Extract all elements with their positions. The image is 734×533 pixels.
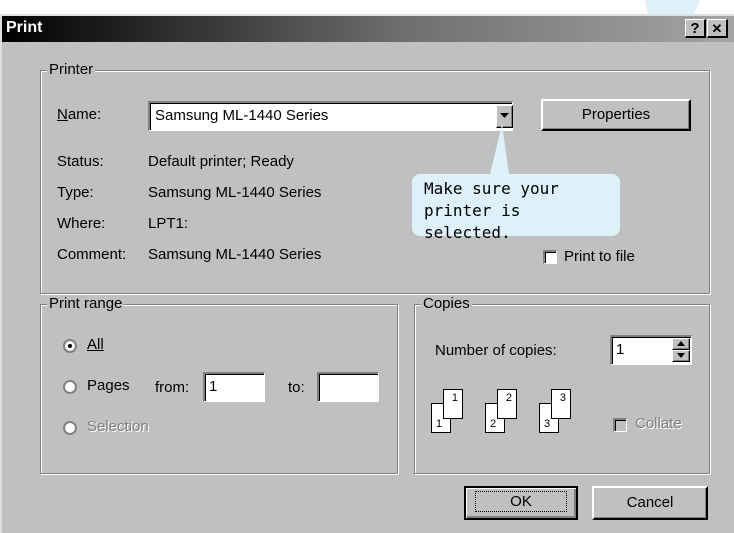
copies-value: 1 [616,341,625,358]
page-icon: 3 [551,389,571,419]
comment-label: Comment: [57,246,127,263]
close-button[interactable]: ✕ [707,19,728,38]
selection-label[interactable]: Selection [87,418,149,435]
to-label: to: [288,379,305,396]
print-to-file-checkbox[interactable] [543,250,557,264]
page-icon: 1 [443,389,463,419]
name-label: Name: [57,106,102,123]
copies-legend: Copies [421,295,472,312]
properties-label: Properties [581,106,651,123]
callout-line-2: printer is selected. [424,201,521,242]
chevron-down-icon [500,113,509,118]
printer-name-value: Samsung ML-1440 Series [155,107,329,124]
print-range-group: Print range All Pages from: 1 to: Select… [40,295,398,474]
ok-label: OK [475,491,567,512]
pages-label[interactable]: Pages [87,377,130,394]
properties-button[interactable]: Properties [541,99,691,131]
pages-radio[interactable] [63,380,77,394]
title-bar: Print ? ✕ [2,16,734,42]
copies-group: Copies Number of copies: 1 1 1 2 2 3 3 C… [414,295,710,474]
print-range-legend: Print range [47,295,125,312]
comment-value: Samsung ML-1440 Series [148,246,322,263]
help-button[interactable]: ? [685,19,706,38]
status-label: Status: [57,153,104,170]
from-label: from: [155,379,190,396]
radio-dot [68,344,72,348]
cancel-button[interactable]: Cancel [592,486,708,520]
from-input[interactable]: 1 [203,372,265,402]
callout-box: Make sure your printer is selected. [412,174,620,242]
type-label: Type: [57,184,94,201]
where-value: LPT1: [148,215,189,232]
print-dialog: Print ? ✕ Printer Name: Samsung ML-1440 … [0,14,734,533]
ok-button[interactable]: OK [464,486,578,520]
copies-spinner[interactable]: 1 [610,335,692,365]
all-label[interactable]: All [87,336,104,353]
printer-legend: Printer [47,61,96,78]
where-label: Where: [57,215,106,232]
collate-label[interactable]: Collate [635,415,682,432]
number-of-copies-label: Number of copies: [435,342,557,359]
cancel-label: Cancel [626,494,674,511]
page-icon: 2 [497,389,517,419]
type-value: Samsung ML-1440 Series [148,184,322,201]
arrow-up-icon [677,341,685,346]
callout-line-1: Make sure your [424,179,559,198]
window-title: Print [6,19,43,36]
from-value: 1 [209,378,218,395]
all-radio[interactable] [63,339,77,353]
arrow-down-icon [677,353,685,358]
print-to-file-label[interactable]: Print to file [564,248,635,265]
to-input[interactable] [317,372,379,402]
spin-down-button[interactable] [672,350,690,362]
collate-illustration: 1 1 2 2 3 3 [431,389,601,433]
selection-radio[interactable] [63,421,77,435]
collate-checkbox[interactable] [613,418,627,432]
status-value: Default printer; Ready [148,153,294,170]
spin-up-button[interactable] [672,338,690,350]
